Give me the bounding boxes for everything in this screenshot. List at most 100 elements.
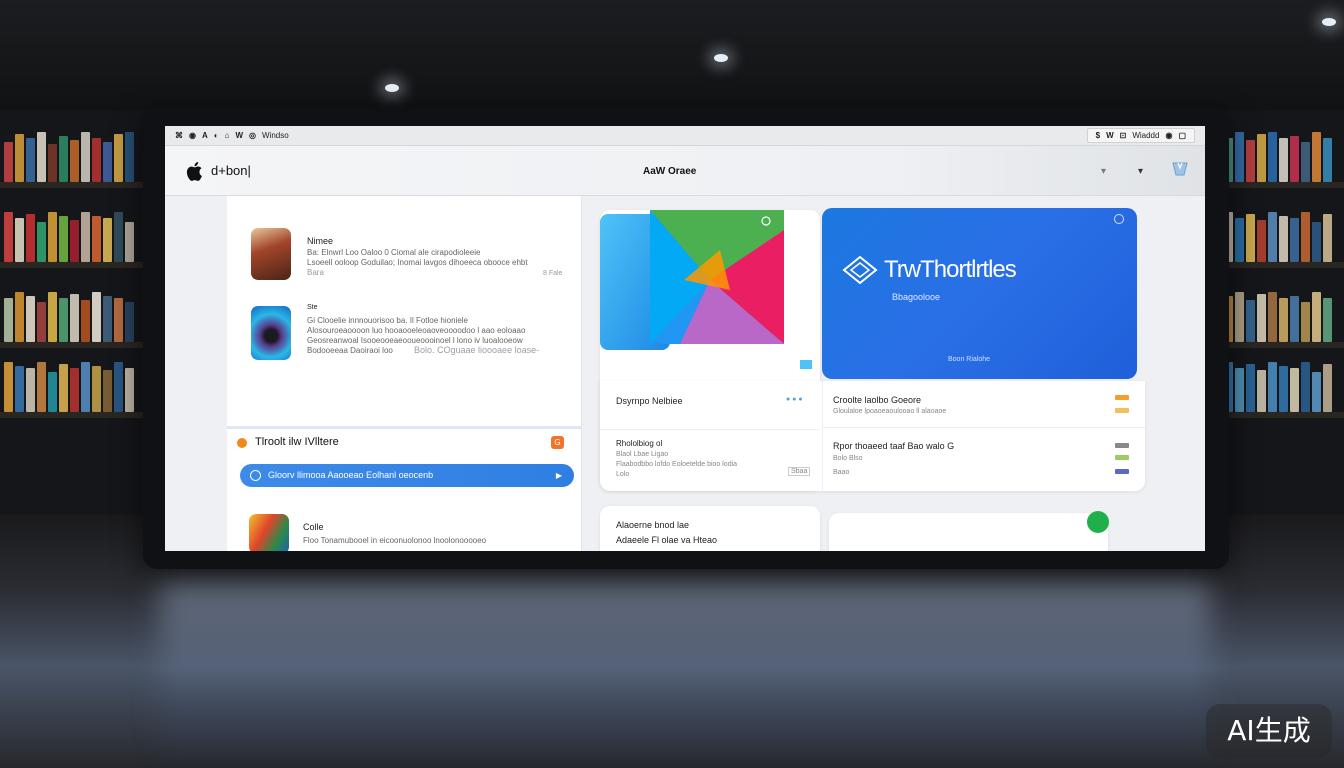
ceiling-light (1322, 18, 1336, 26)
row-title: Dsyrnpo Nelbiee (616, 396, 683, 406)
status-item[interactable]: ◉ (1165, 131, 1172, 140)
row-count: Sbaa (788, 467, 811, 476)
menu-item[interactable]: ◎ (249, 131, 256, 140)
item-description: Lsoeell ooloop Goduilao; Inomai lavgos d… (307, 258, 528, 267)
item-name: Nimee (307, 236, 334, 246)
share-icon[interactable] (1171, 160, 1189, 178)
status-item[interactable]: Wiaddd (1132, 131, 1159, 140)
section-header: Tlroolt ilw IVlltere G (237, 434, 572, 452)
empty-card[interactable] (829, 513, 1108, 551)
info-card[interactable]: Alaoerne bnod lae Adaeele Fl olae va Hte… (600, 506, 820, 551)
item-description: Alosouroeaoooon luo hooaooeleoaoveoooodo… (307, 326, 526, 335)
app-thumbnail (251, 306, 291, 360)
row-divider (600, 429, 820, 430)
row-subtitle: Baao (833, 469, 850, 476)
room-ceiling (0, 0, 1344, 110)
app-thumbnail (249, 514, 289, 551)
menu-item[interactable]: ◉ (189, 131, 196, 140)
shelf-row (1220, 210, 1344, 268)
details-column-right: Croolte laolbo Goeore Gloulaloe lpoaoeao… (822, 381, 1145, 491)
row-subtitle: Flaabodbbo lofdo Eoloetelde bioo lodia (616, 461, 738, 468)
menu-bar-status: $ W ⊡ Wiaddd ◉ ▢ (1086, 128, 1195, 143)
row-subtitle: Gloulaloe lpoaoeaoulooao ll alaoaoe (833, 408, 947, 415)
banner-background: TrwThortlrtles Bbagoolooe Boon Rialohe (822, 208, 1137, 379)
card-subtitle: Adaeele Fl olae va Hteao (616, 535, 718, 545)
menu-item[interactable]: ⌂ (225, 131, 230, 140)
menu-bar: ⌘ ◉ A ◐ ⌂ W ◎ Windso $ W ⊡ Wiaddd ◉ ▢ (165, 126, 1205, 146)
menu-item[interactable]: Windso (262, 131, 289, 140)
app-name: d+bon| (211, 163, 251, 178)
promo-banner-button[interactable]: Gloorv llimooa Aaooeao Eolhanl oeocenb ▶ (240, 464, 574, 487)
status-item[interactable]: ▢ (1178, 131, 1186, 140)
item-name: Colle (303, 522, 324, 532)
status-item[interactable]: ⊡ (1120, 131, 1127, 140)
thumb-icon (800, 360, 812, 369)
row-title: Rpor thoaeed taaf Bao walo G (833, 441, 955, 451)
link-icon (250, 470, 261, 481)
window-title: AaW Oraee (643, 166, 697, 177)
section-badge[interactable]: G (551, 436, 564, 449)
item-description: Geosreanwoal Isooeooeaeooueoooinoel l lo… (307, 336, 523, 345)
bookshelf-left (0, 110, 150, 530)
banner-footer: Boon Rialohe (948, 356, 991, 363)
menu-item[interactable]: W (235, 131, 243, 140)
status-tag (1115, 469, 1129, 474)
menu-item[interactable]: ◐ (214, 131, 219, 140)
settings-icon[interactable] (1114, 214, 1124, 224)
item-description: Floo Tonamubooel in eicoonuolonoo lnoolo… (303, 536, 487, 545)
ceiling-light (714, 54, 728, 62)
status-tag (1115, 443, 1129, 448)
shelf-row (0, 210, 150, 268)
dots-indicator-icon: ● ● ● (786, 396, 803, 403)
row-tag: Lolo (616, 471, 630, 478)
status-dot-icon (1087, 511, 1109, 533)
panel-divider (227, 426, 582, 429)
card-title: Alaoerne bnod lae (616, 520, 690, 530)
app-list-panel: Nimee Ba: Elnwrl Loo Oaloo 0 Ciomal ale … (227, 196, 582, 551)
status-item[interactable]: W (1106, 131, 1114, 140)
banner-title: TrwThortlrtles (884, 256, 1017, 283)
shelf-row (1220, 130, 1344, 188)
shelf-row (0, 130, 150, 188)
status-item[interactable]: $ (1096, 131, 1100, 140)
item-description: Bara (307, 268, 324, 277)
banner-subtitle: Bbagoolooe (892, 292, 941, 302)
app-window: ⌘ ◉ A ◐ ⌂ W ◎ Windso $ W ⊡ Wiaddd ◉ ▢ d+… (165, 126, 1205, 551)
shelf-row (0, 360, 150, 418)
item-description: Bodooeeaa Daoiraoi loo (307, 346, 393, 355)
shelf-row (1220, 290, 1344, 348)
details-grid: Dsyrnpo Nelbiee ● ● ● Rhololbiog ol Blao… (600, 381, 1145, 491)
ceiling-light (385, 84, 399, 92)
featured-artwork (600, 210, 820, 380)
row-subtitle: Bolo Blso (833, 455, 863, 462)
chevron-down-icon[interactable]: ▾ (1138, 166, 1143, 177)
row-divider (823, 427, 1145, 428)
screen-reflection (160, 575, 1210, 765)
play-arrow-icon: ▶ (555, 471, 562, 480)
item-description: Bolo. COguaae lioooaee loase- (414, 345, 540, 355)
item-description: Ba: Elnwrl Loo Oaloo 0 Ciomal ale cirapo… (307, 248, 481, 257)
item-name: Ste (307, 304, 318, 311)
promo-text: Gloorv llimooa Aaooeao Eolhanl oeocenb (268, 470, 434, 480)
menu-item[interactable]: ⌘ (175, 131, 183, 140)
status-tag (1115, 395, 1129, 400)
menu-item[interactable]: A (202, 131, 208, 140)
shelf-row (0, 290, 150, 348)
chevron-down-icon[interactable]: ▾ (1101, 166, 1106, 177)
section-icon (237, 438, 247, 448)
title-bar: d+bon| AaW Oraee ▾ ▾ (165, 146, 1205, 196)
status-tag (1115, 408, 1129, 413)
ai-generated-watermark: AI生成 (1206, 704, 1332, 758)
section-title: Tlroolt ilw IVlltere (255, 436, 339, 448)
apple-logo-icon[interactable] (185, 160, 205, 182)
row-title: Croolte laolbo Goeore (833, 395, 922, 405)
app-thumbnail (251, 228, 291, 280)
diamond-logo-icon (842, 255, 878, 285)
menu-bar-left: ⌘ ◉ A ◐ ⌂ W ◎ Windso (175, 131, 289, 140)
item-meta: 8 Fale (543, 270, 563, 277)
bookshelf-right (1220, 110, 1344, 530)
row-title: Rhololbiog ol (616, 439, 663, 448)
shelf-row (1220, 360, 1344, 418)
row-subtitle: Blaol Lbae Ligao (616, 451, 669, 458)
status-tag (1115, 455, 1129, 460)
